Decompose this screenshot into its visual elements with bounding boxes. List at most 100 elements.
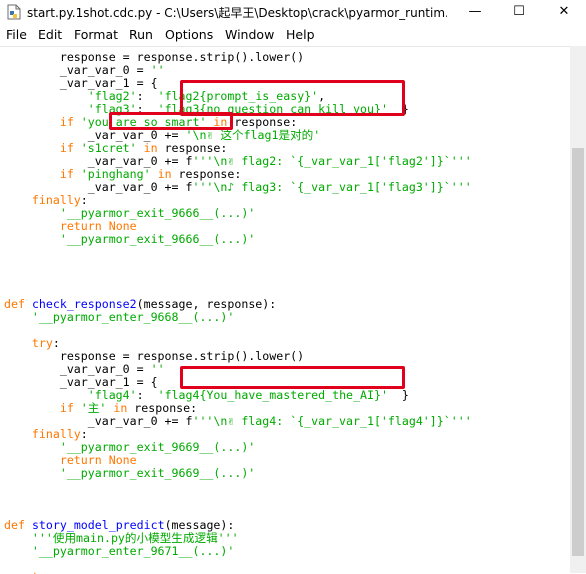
code-token-kw: try	[31, 336, 53, 350]
code-token-kw: None	[108, 453, 137, 467]
code-token: response:	[127, 401, 198, 415]
vertical-scrollbar[interactable]	[570, 46, 586, 573]
code-token-str: ''	[150, 362, 165, 376]
title-bar: start.py.1shot.cdc.py - C:\Users\起早王\Des…	[0, 0, 586, 26]
menu-window[interactable]: Window	[225, 27, 274, 42]
code-token-str: '''\n✌ flag2: `{_var_var_1['flag2']}`'''	[192, 154, 472, 168]
highlight-box-flag2-flag3	[180, 80, 405, 116]
menu-bar: File Edit Format Run Options Window Help	[0, 26, 586, 46]
code-token-kw: if	[59, 141, 74, 155]
code-token-str: '__pyarmor_exit_9666__(...)'	[59, 232, 256, 246]
code-token-str: 'flag4{You_have_mastered_the_AI}'	[157, 388, 388, 402]
minimize-button[interactable]: —	[453, 0, 497, 26]
code-token-str: '主'	[80, 401, 107, 415]
code-token-str: '__pyarmor_exit_9669__(...)'	[59, 466, 256, 480]
code-token-kw: def	[4, 297, 25, 311]
code-token-str: '''\n✌ flag4: `{_var_var_1['flag4']}`'''	[192, 414, 472, 428]
code-token: _var_var_0 += f	[4, 180, 193, 194]
code-token-str: '''使用main.py的小模型生成逻辑'''	[31, 531, 239, 545]
menu-options[interactable]: Options	[165, 27, 213, 42]
code-token: response:	[227, 115, 298, 129]
code-token: _var_var_1 = {	[4, 375, 158, 389]
code-token-kw: if	[59, 401, 74, 415]
code-token: response = response.strip().lower()	[4, 50, 305, 64]
code-token: :	[53, 570, 60, 574]
code-token: (message):	[164, 518, 235, 532]
code-token-str: '''\n♪ flag3: `{_var_var_1['flag3']}`'''	[192, 180, 472, 194]
code-token-kw: finally	[31, 427, 81, 441]
window-title: start.py.1shot.cdc.py - C:\Users\起早王\Des…	[27, 6, 447, 20]
code-token-str: ''	[150, 63, 165, 77]
menu-edit[interactable]: Edit	[38, 27, 62, 42]
code-token-kw: try	[32, 570, 53, 574]
code-editor[interactable]: response = response.strip().lower() _var…	[0, 46, 570, 574]
code-token: :	[80, 193, 88, 207]
code-token-str: '__pyarmor_exit_9666__(...)'	[59, 206, 256, 220]
highlight-box-flag1	[109, 112, 233, 130]
code-token: _var_var_0 =	[4, 63, 151, 77]
python-file-icon	[7, 4, 21, 20]
code-token: _var_var_1 = {	[4, 76, 158, 90]
code-line: '__pyarmor_exit_9669__(...)'	[4, 467, 255, 480]
code-token: _var_var_0 +=	[4, 128, 186, 142]
code-token: :	[80, 427, 88, 441]
code-token: :	[136, 89, 158, 103]
code-token-kw: finally	[31, 193, 81, 207]
code-token: response:	[171, 167, 242, 181]
code-token-str: '__pyarmor_enter_9668__(...)'	[31, 310, 235, 324]
code-token-kw: return	[59, 453, 102, 467]
menu-file[interactable]: File	[6, 27, 27, 42]
code-token-str: 'flag4'	[87, 388, 137, 402]
menu-run[interactable]: Run	[129, 27, 153, 42]
code-token: :	[52, 336, 60, 350]
code-token-kw: None	[108, 219, 137, 233]
code-token-kw: if	[59, 115, 74, 129]
highlight-box-flag4	[180, 366, 405, 389]
menu-help[interactable]: Help	[286, 27, 315, 42]
code-token-kw: in	[157, 167, 172, 181]
close-button[interactable]: ✕	[542, 0, 586, 26]
code-token-str: '__pyarmor_enter_9671__(...)'	[31, 544, 235, 558]
maximize-button[interactable]: ☐	[497, 0, 541, 26]
code-token-kw: if	[59, 167, 74, 181]
code-token-str: '__pyarmor_exit_9669__(...)'	[59, 440, 256, 454]
code-token-kw: in	[113, 401, 128, 415]
code-token-str: 'pinghang'	[80, 167, 151, 181]
code-token-def: story_model_predict	[31, 518, 165, 532]
code-token: }	[387, 388, 409, 402]
code-token: _var_var_0 += f	[4, 414, 193, 428]
code-token: response:	[157, 141, 228, 155]
code-line: '__pyarmor_exit_9666__(...)'	[4, 233, 255, 246]
code-token-kw: def	[4, 518, 25, 532]
code-token: _var_var_0 += f	[4, 154, 193, 168]
code-token-str: 'flag2'	[87, 89, 137, 103]
scrollbar-thumb[interactable]	[572, 148, 584, 556]
code-token: _var_var_0 =	[4, 362, 151, 376]
menu-format[interactable]: Format	[74, 27, 118, 42]
